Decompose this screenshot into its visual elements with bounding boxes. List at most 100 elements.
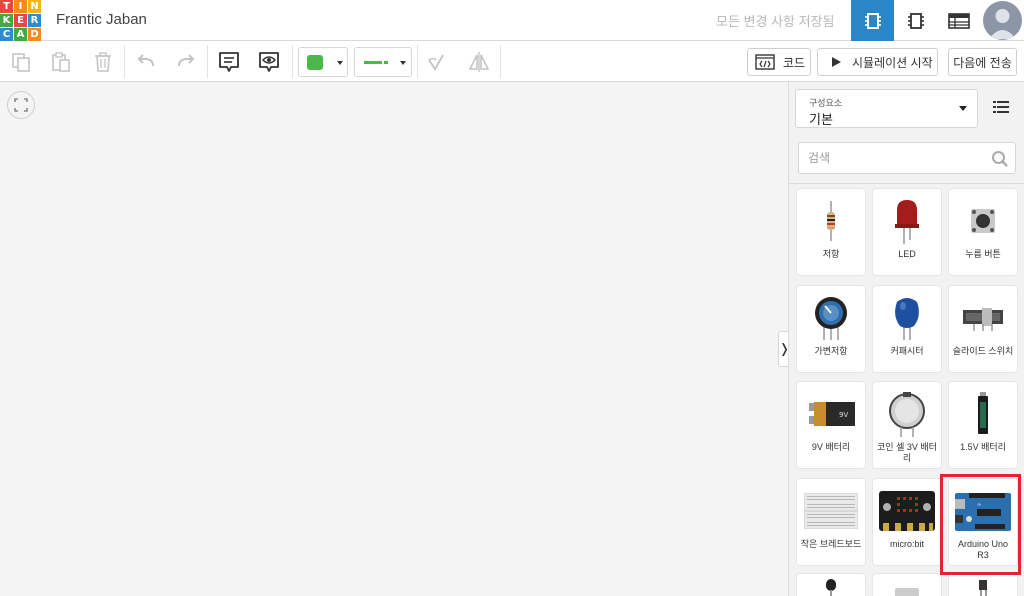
redo-button[interactable]: [173, 49, 199, 75]
circuit-view-button[interactable]: [851, 0, 894, 41]
component-search: [798, 142, 1016, 174]
send-to-button[interactable]: 다음에 전송: [948, 48, 1017, 76]
component-label: 1.5V 배터리: [960, 442, 1006, 452]
chevron-down-icon: [337, 61, 343, 65]
code-button[interactable]: 코드: [747, 48, 811, 76]
schematic-view-icon: [907, 12, 924, 29]
battery-9v-icon: 9V: [809, 402, 855, 426]
toolbar-divider: [124, 45, 125, 78]
list-view-button[interactable]: [993, 100, 1009, 119]
component-preview: [979, 580, 987, 590]
panel-divider: [789, 183, 1024, 184]
logo-letter: D: [28, 28, 41, 41]
component-preview: [895, 588, 919, 596]
potentiometer-icon: [815, 297, 847, 340]
project-title[interactable]: Frantic Jaban: [56, 11, 147, 28]
fill-color-swatch: [307, 55, 323, 70]
logo-letter: E: [14, 14, 27, 27]
capacitor-icon: [895, 298, 919, 340]
toolbar-divider: [207, 45, 208, 78]
svg-text:9V: 9V: [839, 411, 848, 419]
category-label: 구성요소: [809, 98, 843, 108]
component-card-slide-switch[interactable]: 슬라이드 스위치: [949, 286, 1017, 372]
microbit-icon: [879, 491, 935, 531]
selection-highlight: [940, 474, 1021, 575]
toolbar-divider: [417, 45, 418, 78]
flip-button[interactable]: [466, 49, 492, 75]
schematic-view-button[interactable]: [894, 0, 937, 41]
category-value: 기본: [809, 112, 833, 127]
component-card-resistor[interactable]: 저항: [797, 189, 865, 275]
undo-icon: [137, 54, 154, 67]
component-card-partial[interactable]: [949, 574, 1017, 596]
tinkercad-logo[interactable]: T I N K E R C A D: [0, 0, 41, 41]
component-card-battery-9v[interactable]: 9V 9V 배터리: [797, 382, 865, 468]
list-view-icon: [993, 101, 1009, 113]
fit-view-button[interactable]: [7, 91, 35, 119]
copy-button[interactable]: [8, 49, 34, 75]
fit-view-icon: [14, 98, 28, 112]
component-card-breadboard[interactable]: 작은 브레드보드: [797, 479, 865, 565]
caret-down-icon: [959, 106, 967, 111]
component-card-pushbutton[interactable]: 누름 버튼: [949, 189, 1017, 275]
wire-style-icon: [364, 61, 382, 64]
component-card-partial[interactable]: [873, 574, 941, 596]
code-button-label: 코드: [783, 55, 806, 70]
component-card-microbit[interactable]: micro:bit: [873, 479, 941, 565]
circuit-canvas[interactable]: [0, 82, 788, 596]
paste-icon: [52, 52, 70, 72]
slide-switch-icon: [963, 308, 1003, 331]
led-icon: [895, 200, 919, 244]
component-card-potentiometer[interactable]: 가변저항: [797, 286, 865, 372]
undo-button[interactable]: [133, 49, 159, 75]
logo-letter: A: [14, 28, 27, 41]
note-button[interactable]: [216, 49, 242, 75]
code-icon: [755, 54, 775, 70]
component-search-input[interactable]: [799, 143, 979, 173]
circuit-view-icon: [864, 12, 881, 29]
component-preview: [980, 590, 982, 596]
note-icon: [219, 52, 239, 72]
component-list-icon: [947, 12, 970, 29]
rotate-icon: [428, 54, 444, 71]
component-card-battery-aa[interactable]: 1.5V 배터리: [949, 382, 1017, 468]
component-card-led[interactable]: LED: [873, 189, 941, 275]
component-label: micro:bit: [889, 539, 924, 549]
rotate-button[interactable]: [423, 49, 449, 75]
paste-button[interactable]: [48, 49, 74, 75]
component-list-button[interactable]: [937, 0, 980, 41]
top-header: T I N K E R C A D Frantic Jaban 모든 변경 사항…: [0, 0, 1024, 41]
edit-toolbar: 코드 시뮬레이션 시작 다음에 전송: [0, 41, 1024, 82]
breadboard-icon: [804, 493, 858, 529]
component-category-select[interactable]: 구성요소 기본: [795, 89, 978, 128]
component-label: 누름 버튼: [965, 249, 1001, 259]
user-icon: [989, 9, 1016, 39]
component-card-partial[interactable]: [797, 574, 865, 596]
component-label: 저항: [822, 249, 840, 259]
play-icon: [832, 57, 841, 67]
fill-color-picker[interactable]: [298, 47, 348, 77]
resistor-icon: [827, 201, 835, 241]
send-button-label: 다음에 전송: [953, 55, 1012, 70]
component-card-capacitor[interactable]: 커패시터: [873, 286, 941, 372]
simulate-button-label: 시뮬레이션 시작: [852, 55, 933, 70]
component-label: 커패시터: [890, 346, 924, 356]
component-label: 가변저항: [814, 346, 848, 356]
delete-button[interactable]: [90, 49, 116, 75]
logo-letter: C: [0, 28, 13, 41]
flip-icon: [468, 52, 490, 72]
notes-visibility-button[interactable]: [256, 49, 282, 75]
component-preview: [985, 590, 987, 596]
logo-letter: I: [14, 0, 27, 13]
logo-letter: K: [0, 14, 13, 27]
toolbar-divider: [500, 45, 501, 78]
start-simulation-button[interactable]: 시뮬레이션 시작: [817, 48, 938, 76]
wire-color-picker[interactable]: [354, 47, 412, 77]
eye-note-icon: [259, 52, 279, 72]
user-avatar[interactable]: [983, 1, 1022, 40]
search-icon: [992, 151, 1008, 167]
component-label: 슬라이드 스위치: [952, 346, 1014, 356]
logo-letter: R: [28, 14, 41, 27]
battery-aa-icon: [978, 392, 988, 434]
component-card-coin-cell[interactable]: 코인 셀 3V 배터리: [873, 382, 941, 468]
